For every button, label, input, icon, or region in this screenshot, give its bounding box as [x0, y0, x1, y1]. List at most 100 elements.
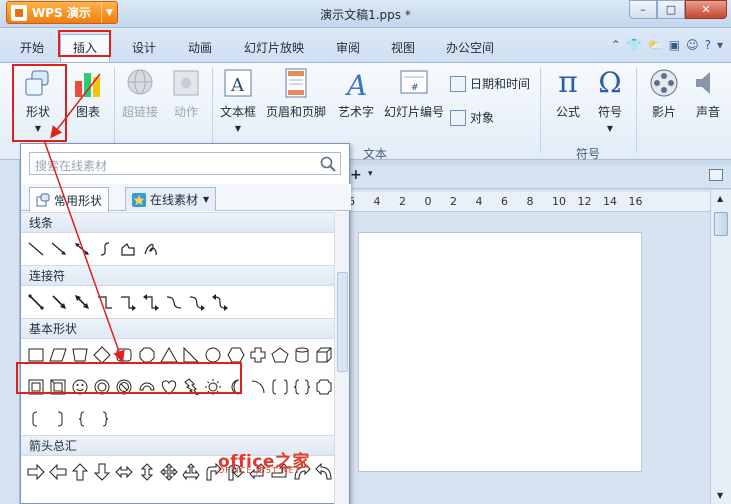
workspace-toolbar: + ▾	[344, 165, 731, 189]
chart-label: 图表	[75, 105, 100, 119]
sound-button[interactable]: 声音	[692, 67, 724, 120]
straight-connector-shape-icon[interactable]	[25, 291, 47, 313]
textbox-icon: A	[222, 67, 254, 99]
help-icon[interactable]: ?	[705, 38, 711, 52]
slide-thumbnail-strip	[0, 160, 20, 504]
ruler-tick-label: 14	[603, 195, 617, 208]
chart-button[interactable]: 图表	[72, 67, 104, 120]
datetime-button[interactable]: 日期和时间	[450, 75, 530, 92]
elbow-connector-shape-icon[interactable]	[94, 291, 116, 313]
movie-button[interactable]: 影片	[648, 67, 680, 120]
header-footer-button[interactable]: 页眉和页脚	[266, 67, 326, 120]
elbow-arrow-connector-shape-icon[interactable]	[117, 291, 139, 313]
right-arrow-shape-icon[interactable]	[25, 461, 46, 483]
elbow-double-arrow-connector-shape-icon[interactable]	[140, 291, 162, 313]
add-icon[interactable]: +	[350, 167, 362, 183]
plaque-shape-icon[interactable]	[314, 376, 335, 398]
scroll-up-icon[interactable]: ▲	[717, 194, 723, 203]
curve-shape-icon[interactable]	[94, 238, 116, 260]
double-brace-shape-icon[interactable]	[292, 376, 313, 398]
down-arrow-shape-icon[interactable]	[92, 461, 113, 483]
tab-online-material[interactable]: 在线素材 ▼	[125, 187, 217, 211]
search-input[interactable]: 搜索在线素材	[29, 152, 341, 175]
tab-animation[interactable]: 动画	[180, 38, 220, 58]
ribbon-separator	[636, 67, 637, 153]
left-arrow-shape-icon[interactable]	[47, 461, 68, 483]
tab-design[interactable]: 设计	[124, 38, 164, 58]
cloud-icon[interactable]: ⛅	[648, 38, 663, 52]
straight-arrow-connector-shape-icon[interactable]	[48, 291, 70, 313]
wordart-button[interactable]: A 艺术字	[338, 67, 374, 120]
ruler-tick-label: 2	[450, 195, 457, 208]
left-right-arrow-shape-icon[interactable]	[114, 461, 135, 483]
double-bracket-shape-icon[interactable]	[269, 376, 290, 398]
quad-arrow-shape-icon[interactable]	[158, 461, 179, 483]
omega-icon: Ω	[598, 66, 622, 99]
user-icon[interactable]: ☺	[686, 38, 699, 52]
scribble-shape-icon[interactable]	[140, 238, 162, 260]
symbol-button[interactable]: Ω 符号 ▼	[594, 66, 626, 134]
hyperlink-button[interactable]: 超链接	[122, 67, 158, 120]
chevron-down-icon[interactable]: ▾	[717, 38, 723, 52]
category-connectors: 连接符	[21, 265, 335, 286]
search-icon[interactable]	[320, 156, 336, 172]
left-brace-shape-icon[interactable]	[71, 408, 93, 430]
freeform-shape-icon[interactable]	[117, 238, 139, 260]
textbox-button[interactable]: A 文本框 ▼	[220, 67, 256, 133]
scrollbar-thumb[interactable]	[714, 212, 728, 236]
maximize-button[interactable]: □	[657, 0, 685, 19]
skin-icon[interactable]: 👕	[627, 38, 642, 52]
curved-left-arrow-shape-icon[interactable]	[314, 461, 335, 483]
header-footer-icon	[280, 67, 312, 99]
cube-shape-icon[interactable]	[314, 344, 335, 366]
formula-button[interactable]: π 公式	[552, 67, 584, 120]
right-bracket-shape-icon[interactable]	[48, 408, 70, 430]
chevron-down-icon[interactable]: ▾	[368, 169, 373, 179]
arc-shape-icon[interactable]	[247, 376, 268, 398]
pentagon-shape-icon[interactable]	[269, 344, 290, 366]
tab-slideshow[interactable]: 幻灯片放映	[238, 38, 310, 58]
vertical-scrollbar[interactable]: ▲ ▼	[710, 190, 731, 504]
line-shape-icon[interactable]	[25, 238, 47, 260]
search-placeholder: 搜索在线素材	[35, 159, 108, 173]
textbox-label: 文本框	[220, 105, 257, 119]
tab-common-shapes[interactable]: 常用形状	[29, 187, 110, 212]
symbol-label: 符号	[597, 105, 622, 119]
minimize-button[interactable]: –	[629, 0, 657, 19]
panel-scrollbar-thumb[interactable]	[337, 272, 348, 372]
cylinder-shape-icon[interactable]	[292, 344, 313, 366]
picture-icon[interactable]: ▣	[669, 38, 680, 52]
svg-text:A: A	[230, 75, 245, 96]
hyperlink-label: 超链接	[122, 105, 159, 119]
left-right-up-arrow-shape-icon[interactable]	[181, 461, 202, 483]
collapse-ribbon-icon[interactable]: ⌃	[611, 38, 621, 52]
up-arrow-shape-icon[interactable]	[69, 461, 90, 483]
double-arrow-line-shape-icon[interactable]	[71, 238, 93, 260]
curved-connector-shape-icon[interactable]	[163, 291, 185, 313]
tab-online-material-label: 在线素材	[150, 193, 199, 207]
close-button[interactable]: ✕	[685, 0, 727, 19]
panel-toggle-icon[interactable]	[709, 169, 723, 181]
arrow-line-shape-icon[interactable]	[48, 238, 70, 260]
movie-label: 影片	[651, 105, 676, 119]
curved-double-arrow-connector-shape-icon[interactable]	[209, 291, 231, 313]
tab-home[interactable]: 开始	[14, 38, 50, 58]
ribbon-separator	[114, 67, 115, 153]
scroll-down-icon[interactable]: ▼	[717, 491, 723, 500]
slide-number-button[interactable]: # 幻灯片编号	[384, 67, 444, 120]
tab-office-space[interactable]: 办公空间	[440, 38, 500, 58]
action-button[interactable]: 动作	[170, 67, 202, 120]
tab-review[interactable]: 审阅	[330, 38, 366, 58]
up-down-arrow-shape-icon[interactable]	[136, 461, 157, 483]
panel-scrollbar[interactable]	[334, 212, 349, 504]
object-button[interactable]: 对象	[450, 109, 494, 126]
tab-view[interactable]: 视图	[385, 38, 421, 58]
left-bracket-shape-icon[interactable]	[25, 408, 47, 430]
slide-canvas[interactable]	[358, 232, 642, 472]
curved-arrow-connector-shape-icon[interactable]	[186, 291, 208, 313]
cross-shape-icon[interactable]	[247, 344, 268, 366]
right-brace-shape-icon[interactable]	[94, 408, 116, 430]
title-bar: WPS 演示 ▼ 演示文稿1.pps * – □ ✕	[0, 0, 731, 28]
ruler-tick-label: 4	[475, 195, 483, 208]
double-arrow-connector-shape-icon[interactable]	[71, 291, 93, 313]
